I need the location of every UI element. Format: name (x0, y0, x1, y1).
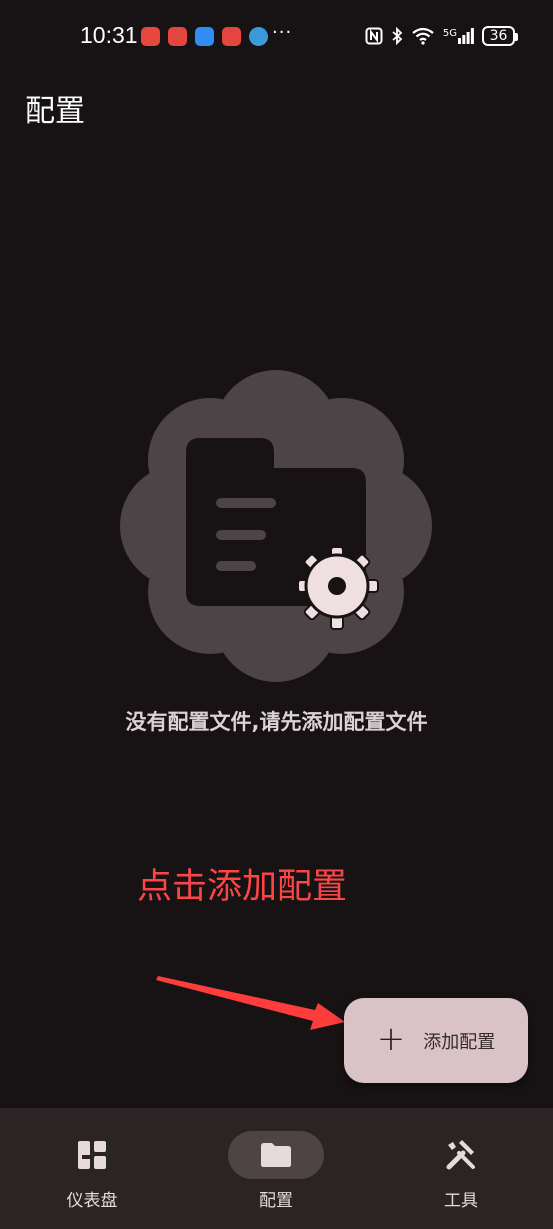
app-notification-icon (168, 27, 187, 46)
add-config-label: 添加配置 (423, 1031, 496, 1053)
battery-indicator: 36 (482, 26, 518, 46)
wifi-icon (412, 27, 434, 45)
nfc-icon (365, 27, 383, 45)
nav-label-config: 配置 (259, 1191, 293, 1211)
nav-label-tools: 工具 (444, 1191, 478, 1211)
app-notification-icon (141, 27, 160, 46)
more-notifications-icon: ··· (272, 22, 293, 43)
page-title: 配置 (25, 94, 85, 129)
active-nav-indicator (228, 1131, 324, 1179)
app-notification-icon (222, 27, 241, 46)
folder-icon (261, 1143, 291, 1167)
empty-config-illustration (120, 370, 432, 682)
plus-icon: + (376, 1018, 406, 1059)
cellular-signal-icon: 5G (443, 28, 474, 44)
annotation-arrow-icon (156, 976, 345, 1030)
gear-icon (297, 546, 379, 630)
tools-icon (446, 1140, 475, 1170)
annotation-text: 点击添加配置 (137, 867, 348, 907)
bottom-navigation: 仪表盘 配置 工具 (0, 1108, 553, 1229)
add-config-button[interactable]: + 添加配置 (344, 998, 528, 1083)
browser-notification-icon (249, 27, 268, 46)
notification-icons (141, 27, 268, 46)
dashboard-icon (78, 1141, 106, 1169)
nav-item-config[interactable]: 配置 (184, 1108, 368, 1229)
empty-state-message: 没有配置文件,请先添加配置文件 (125, 710, 428, 734)
message-notification-icon (195, 27, 214, 46)
system-icons: 5G 36 (365, 26, 518, 46)
status-bar: 10:31 ··· 5G 36 (0, 0, 553, 76)
status-time: 10:31 (80, 22, 138, 48)
nav-item-tools[interactable]: 工具 (369, 1108, 553, 1229)
bluetooth-icon (392, 27, 403, 45)
nav-label-dashboard: 仪表盘 (66, 1191, 118, 1211)
nav-item-dashboard[interactable]: 仪表盘 (0, 1108, 184, 1229)
